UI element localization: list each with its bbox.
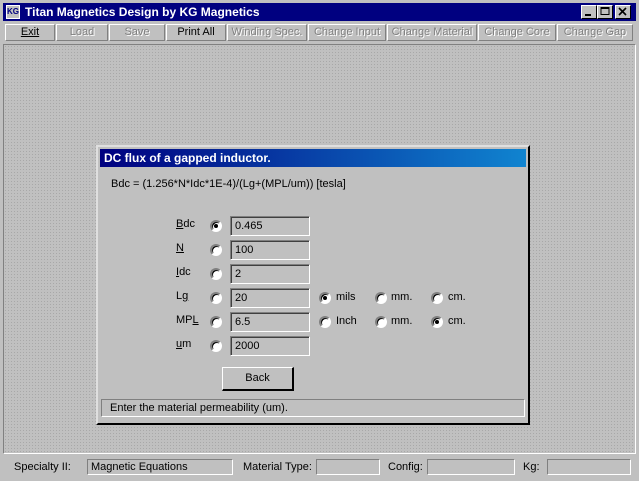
save-button[interactable]: Save [109,24,165,41]
bdc-field[interactable]: 0.465 [230,216,310,236]
maximize-icon [600,7,610,15]
change-gap-button[interactable]: Change Gap [557,24,633,41]
lg-field[interactable]: 20 [230,288,310,308]
app-window: KG Titan Magnetics Design by KG Magnetic… [0,0,639,481]
lg-cm-radio[interactable] [431,292,443,304]
kg-field [547,459,631,475]
change-input-button[interactable]: Change Input [308,24,386,41]
kg-label: Kg: [523,461,540,473]
change-core-label: Change Core [484,26,550,38]
change-material-label: Change Material [391,26,473,38]
lg-radio[interactable] [210,292,222,304]
app-icon: KG [6,5,20,19]
formula-text: Bdc = (1.256*N*Idc*1E-4)/(Lg+(MPL/um)) [… [111,178,346,190]
change-input-label: Change Input [313,26,381,38]
winding-spec-button[interactable]: Winding Spec. [227,24,307,41]
print-all-button[interactable]: Print All [166,24,226,41]
config-field [427,459,515,475]
specialty-field: Magnetic Equations [87,459,233,475]
mpl-cm-radio[interactable] [431,316,443,328]
change-core-button[interactable]: Change Core [478,24,556,41]
idc-field[interactable]: 2 [230,264,310,284]
exit-button[interactable]: Exit [5,24,55,41]
change-gap-label: Change Gap [563,26,627,38]
minimize-button[interactable] [581,5,597,19]
mpl-radio[interactable] [210,316,222,328]
lg-cm-label: cm. [448,291,466,303]
maximize-button[interactable] [597,5,613,19]
bdc-radio[interactable] [210,220,222,232]
load-label: Load [69,26,95,38]
lg-mils-radio[interactable] [319,292,331,304]
n-field[interactable]: 100 [230,240,310,260]
lg-mm-radio[interactable] [375,292,387,304]
um-radio[interactable] [210,340,222,352]
dialog-title: DC flux of a gapped inductor. [100,149,526,167]
mpl-inch-label: Inch [336,315,357,327]
mpl-mm-label: mm. [391,315,413,327]
lg-mils-label: mils [336,291,356,303]
n-radio[interactable] [210,244,222,256]
status-bar: Specialty II: Magnetic Equations Materia… [3,456,636,478]
material-type-field [316,459,380,475]
workspace: DC flux of a gapped inductor. Bdc = (1.2… [3,44,636,454]
back-button[interactable]: Back [222,367,294,391]
lg-mm-label: mm. [391,291,413,303]
winding-spec-label: Winding Spec. [231,26,303,38]
material-type-label: Material Type: [243,461,312,473]
title-bar: KG Titan Magnetics Design by KG Magnetic… [3,3,636,21]
window-title: Titan Magnetics Design by KG Magnetics [25,5,260,19]
mpl-inch-radio[interactable] [319,316,331,328]
print-all-label: Print All [177,26,215,38]
save-label: Save [124,26,150,38]
change-material-button[interactable]: Change Material [387,24,477,41]
config-label: Config: [388,461,423,473]
um-field[interactable]: 2000 [230,336,310,356]
toolbar: Exit Load Save Print All Winding Spec. C… [3,22,636,43]
load-button[interactable]: Load [56,24,108,41]
mpl-field[interactable]: 6.5 [230,312,310,332]
exit-label: Exit [20,26,40,38]
specialty-label: Specialty II: [14,461,71,473]
mpl-cm-label: cm. [448,315,466,327]
close-button[interactable] [615,5,631,19]
idc-radio[interactable] [210,268,222,280]
minimize-icon [585,14,591,16]
close-icon [618,7,627,16]
dc-flux-dialog: DC flux of a gapped inductor. Bdc = (1.2… [96,145,530,425]
dialog-status-text: Enter the material permeability (um). [101,399,525,417]
mpl-mm-radio[interactable] [375,316,387,328]
